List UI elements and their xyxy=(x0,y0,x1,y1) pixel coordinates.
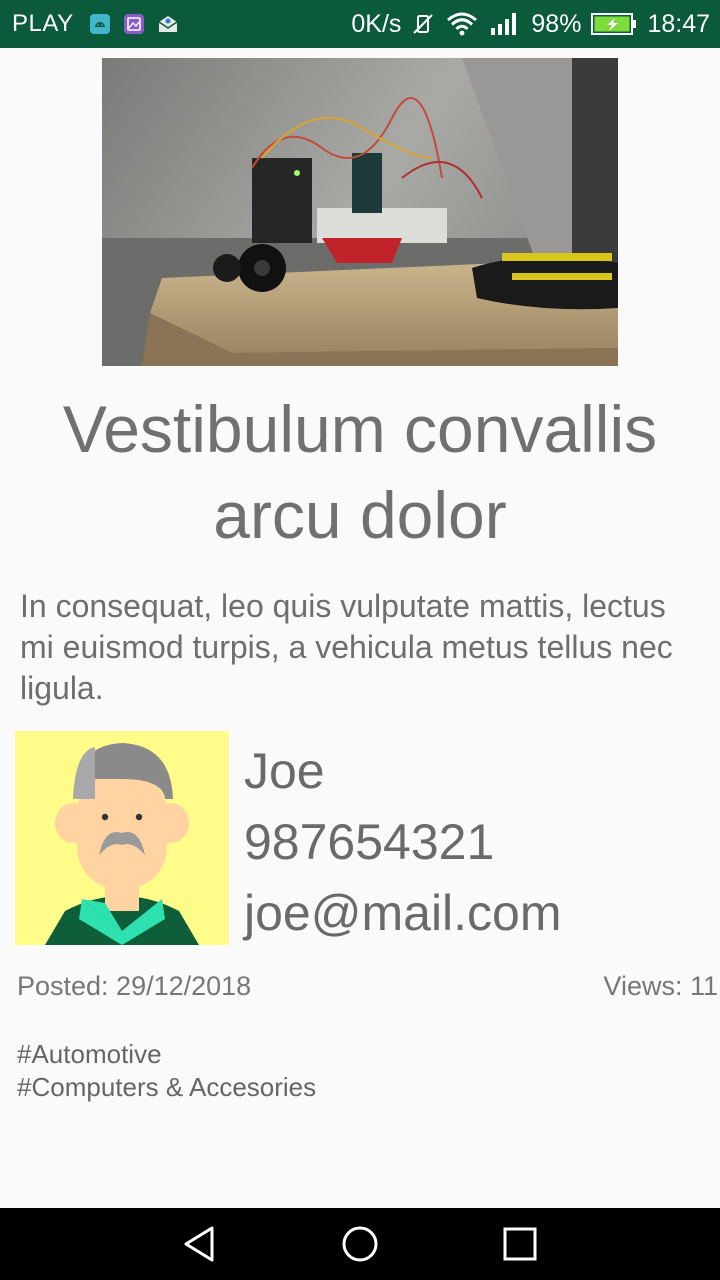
tag-list: #Automotive #Computers & Accesories xyxy=(17,1038,316,1104)
author-name: Joe xyxy=(244,743,325,799)
home-icon[interactable] xyxy=(340,1224,380,1264)
image-app-icon xyxy=(122,12,146,36)
view-count: Views: 11 xyxy=(603,971,718,1001)
hero-photo xyxy=(102,58,618,366)
post-description: In consequat, leo quis vulputate mattis,… xyxy=(20,588,673,706)
mail-app-icon xyxy=(156,12,180,36)
signal-icon xyxy=(489,12,521,36)
carrier-label: PLAY xyxy=(12,10,74,37)
muted-vibrate-icon xyxy=(411,12,435,36)
author-contact: Joe 987654321 joe@mail.com xyxy=(244,736,704,949)
post-title: Vestibulum convallis arcu dolor xyxy=(62,392,658,552)
battery-charging-icon xyxy=(591,12,637,36)
navigation-bar xyxy=(0,1208,720,1280)
tag-item[interactable]: #Computers & Accesories xyxy=(17,1071,316,1104)
wifi-icon xyxy=(445,12,479,36)
status-right: 0K/s 98% 18:47 xyxy=(351,10,710,39)
author-email[interactable]: joe@mail.com xyxy=(244,878,704,949)
back-icon[interactable] xyxy=(180,1224,220,1264)
avatar xyxy=(15,731,229,945)
network-speed: 0K/s xyxy=(351,9,402,38)
clock: 18:47 xyxy=(647,9,710,38)
author-phone[interactable]: 987654321 xyxy=(244,807,704,878)
status-left: PLAY xyxy=(12,10,180,38)
tag-item[interactable]: #Automotive xyxy=(17,1038,316,1071)
recents-icon[interactable] xyxy=(500,1224,540,1264)
android-app-icon xyxy=(88,12,112,36)
battery-percent: 98% xyxy=(531,9,582,38)
posted-date: Posted: 29/12/2018 xyxy=(17,971,252,1001)
status-bar: PLAY 0K/s 98% 18:47 xyxy=(0,0,720,48)
